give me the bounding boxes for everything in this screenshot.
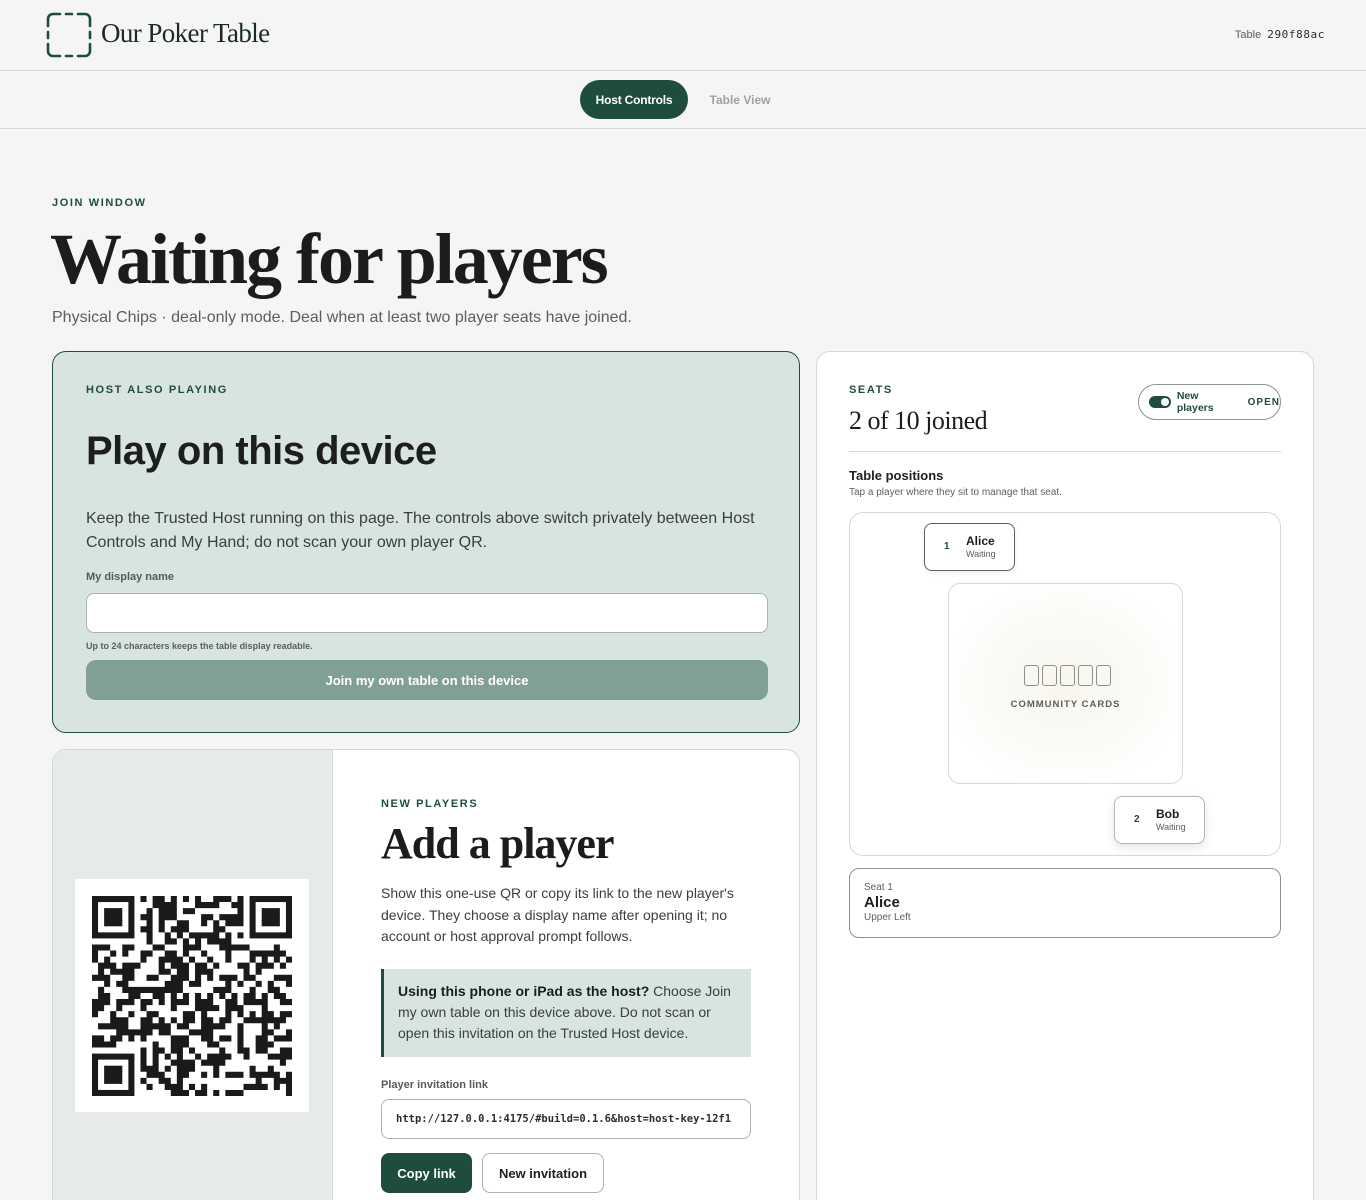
toggle-label: New players bbox=[1176, 390, 1214, 414]
copy-link-button[interactable]: Copy link bbox=[381, 1153, 472, 1193]
qr-panel bbox=[53, 750, 333, 1200]
app-title: Our Poker Table bbox=[101, 18, 270, 48]
seats-count: 2 of 10 joined bbox=[849, 406, 988, 435]
community-card-slots bbox=[1024, 665, 1111, 686]
top-bar: Our Poker Table Table 290f88ac bbox=[0, 0, 1366, 71]
seats-panel: SEATS 2 of 10 joined New players OPEN Ta… bbox=[816, 351, 1314, 1200]
table-felt: COMMUNITY CARDS bbox=[948, 583, 1183, 784]
player-status: Waiting bbox=[966, 549, 996, 559]
table-layout: COMMUNITY CARDS 1 Alice Waiting 2 Bob Wa… bbox=[849, 512, 1281, 856]
view-switcher: Host Controls Table View bbox=[0, 71, 1366, 129]
table-id: Table 290f88ac bbox=[1235, 28, 1325, 41]
table-positions-title: Table positions bbox=[849, 468, 944, 483]
host-playing-panel: HOST ALSO PLAYING Play on this device Ke… bbox=[52, 351, 800, 733]
display-name-label: My display name bbox=[86, 571, 175, 583]
player-status: Waiting bbox=[1156, 822, 1186, 832]
page-subtitle: Physical Chips · deal-only mode. Deal wh… bbox=[52, 309, 632, 326]
card-slot bbox=[1096, 665, 1111, 686]
new-players-toggle[interactable]: New players OPEN bbox=[1138, 384, 1281, 420]
host-panel-eyebrow: HOST ALSO PLAYING bbox=[86, 384, 228, 396]
add-player-eyebrow: NEW PLAYERS bbox=[381, 798, 479, 810]
seat-number: 2 bbox=[1134, 814, 1140, 825]
player-name: Alice bbox=[966, 534, 995, 548]
seat-chip-bob[interactable]: 2 Bob Waiting bbox=[1114, 796, 1205, 844]
host-panel-title: Play on this device bbox=[86, 429, 437, 473]
selected-seat-card[interactable]: Seat 1 Alice Upper Left bbox=[849, 868, 1281, 938]
qr-finder-pattern bbox=[92, 896, 135, 939]
invitation-link-field[interactable]: http://127.0.0.1:4175/#build=0.1.6&host=… bbox=[381, 1099, 751, 1139]
qr-finder-pattern bbox=[92, 1053, 135, 1096]
join-own-table-button[interactable]: Join my own table on this device bbox=[86, 660, 768, 700]
seats-eyebrow: SEATS bbox=[849, 384, 893, 396]
toggle-state: OPEN bbox=[1247, 396, 1280, 408]
community-cards-label: COMMUNITY CARDS bbox=[1010, 699, 1121, 710]
display-name-input[interactable] bbox=[86, 593, 768, 633]
selected-seat-position: Upper Left bbox=[864, 912, 911, 923]
selected-seat-label: Seat 1 bbox=[864, 882, 893, 893]
selected-seat-name: Alice bbox=[864, 894, 900, 911]
display-name-hint: Up to 24 characters keeps the table disp… bbox=[86, 641, 313, 651]
player-name: Bob bbox=[1156, 807, 1180, 821]
seat-number: 1 bbox=[944, 541, 950, 552]
card-slot bbox=[1078, 665, 1093, 686]
logo-icon bbox=[46, 12, 92, 58]
invitation-qr-code bbox=[75, 879, 309, 1112]
add-player-description: Show this one-use QR or copy its link to… bbox=[381, 885, 734, 944]
host-panel-description: Keep the Trusted Host running on this pa… bbox=[86, 510, 755, 551]
tab-table-view[interactable]: Table View bbox=[700, 80, 780, 119]
tab-host-controls[interactable]: Host Controls bbox=[580, 80, 688, 119]
table-positions-subtitle: Tap a player where they sit to manage th… bbox=[849, 487, 1062, 498]
invitation-link-label: Player invitation link bbox=[381, 1079, 488, 1091]
callout-heading: Using this phone or iPad as the host? bbox=[398, 983, 650, 999]
host-device-callout: Using this phone or iPad as the host? Ch… bbox=[381, 969, 751, 1057]
card-slot bbox=[1042, 665, 1057, 686]
divider bbox=[849, 451, 1281, 452]
add-player-title: Add a player bbox=[381, 819, 614, 868]
new-invitation-button[interactable]: New invitation bbox=[482, 1153, 604, 1193]
table-code: 290f88ac bbox=[1267, 28, 1325, 41]
table-id-label: Table bbox=[1234, 29, 1262, 41]
add-player-panel: NEW PLAYERS Add a player Show this one-u… bbox=[52, 749, 800, 1200]
qr-finder-pattern bbox=[249, 896, 292, 939]
card-slot bbox=[1060, 665, 1075, 686]
seat-chip-alice[interactable]: 1 Alice Waiting bbox=[924, 523, 1015, 571]
hero-eyebrow: JOIN WINDOW bbox=[52, 197, 147, 209]
page-title: Waiting for players bbox=[50, 219, 609, 299]
toggle-switch-icon bbox=[1149, 396, 1171, 408]
card-slot bbox=[1024, 665, 1039, 686]
